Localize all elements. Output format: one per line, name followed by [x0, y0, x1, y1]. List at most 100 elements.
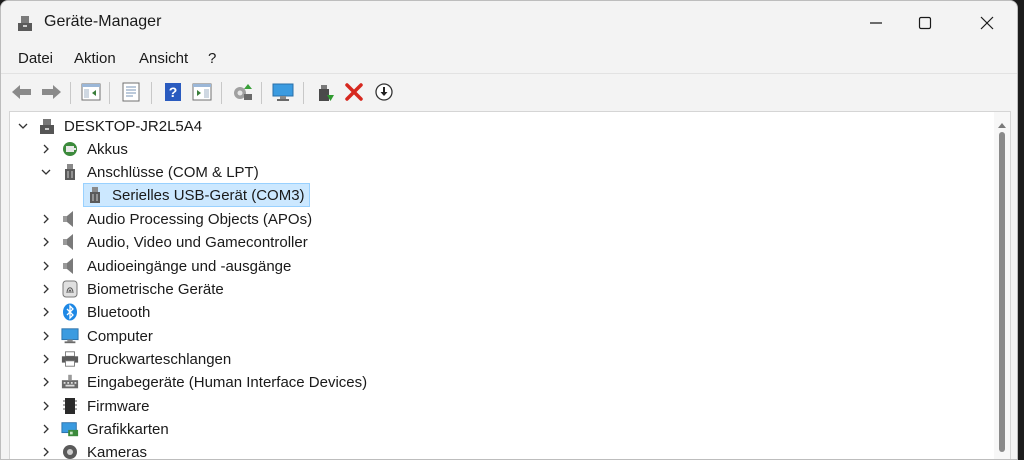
tree-item-label: Audioeingänge und -ausgänge: [87, 258, 291, 275]
chevron-right-icon[interactable]: [39, 329, 53, 343]
tree-item[interactable]: Bluetooth: [39, 301, 150, 323]
action-pane-icon: [192, 83, 212, 101]
chevron-right-icon[interactable]: [39, 352, 53, 366]
minimize-button[interactable]: [853, 1, 899, 45]
close-button[interactable]: [964, 1, 1010, 45]
toolbar-separator: [70, 82, 71, 104]
tree-child-item-selected[interactable]: Serielles USB-Gerät (COM3): [84, 184, 309, 206]
chevron-right-icon[interactable]: [39, 422, 53, 436]
tree-root-label: DESKTOP-JR2L5A4: [64, 118, 202, 135]
device-manager-window: Geräte-Manager Datei Aktion Ansicht ?: [0, 0, 1018, 460]
tree-item-label: Eingabegeräte (Human Interface Devices): [87, 374, 367, 391]
toolbar-separator: [151, 82, 152, 104]
computer-tower-icon: [38, 117, 56, 135]
back-button[interactable]: [10, 80, 34, 104]
printer-icon: [61, 350, 79, 368]
chevron-right-icon[interactable]: [39, 375, 53, 389]
help-icon: ?: [164, 82, 182, 102]
firmware-chip-icon: [61, 397, 79, 415]
action-pane-button[interactable]: [190, 80, 214, 104]
tree-item-label: Akkus: [87, 141, 128, 158]
chevron-down-icon[interactable]: [16, 119, 30, 133]
tree-item[interactable]: Biometrische Geräte: [39, 278, 224, 300]
tree-item-label: Biometrische Geräte: [87, 281, 224, 298]
menu-help[interactable]: ?: [208, 50, 216, 67]
tree-item-label: Audio Processing Objects (APOs): [87, 211, 312, 228]
battery-icon: [61, 140, 79, 158]
uninstall-device-icon: [345, 83, 363, 101]
tree-item-label: Bluetooth: [87, 304, 150, 321]
serial-port-icon: [86, 186, 104, 204]
device-tree-panel[interactable]: DESKTOP-JR2L5A4 Akkus Anschlüsse (COM & …: [9, 111, 1011, 460]
tree-item[interactable]: Computer: [39, 325, 153, 347]
tree-item[interactable]: Audio Processing Objects (APOs): [39, 208, 312, 230]
enable-device-icon: [315, 81, 335, 103]
tree-item-label: Druckwarteschlangen: [87, 351, 231, 368]
monitor-icon: [61, 327, 79, 345]
tree-item-label: Anschlüsse (COM & LPT): [87, 164, 259, 181]
forward-button[interactable]: [39, 80, 63, 104]
chevron-down-icon[interactable]: [39, 165, 53, 179]
uninstall-device-button[interactable]: [342, 80, 366, 104]
tree-item-label: Audio, Video und Gamecontroller: [87, 234, 308, 251]
tree-root[interactable]: DESKTOP-JR2L5A4: [16, 115, 202, 137]
tree-item[interactable]: Kameras: [39, 441, 147, 460]
properties-icon: [121, 82, 141, 102]
scrollbar-thumb[interactable]: [999, 132, 1005, 452]
bluetooth-icon: [61, 303, 79, 321]
menu-aktion[interactable]: Aktion: [74, 50, 116, 67]
minimize-icon: [869, 16, 883, 30]
tree-item-label: Grafikkarten: [87, 421, 169, 438]
title-bar[interactable]: Geräte-Manager: [1, 1, 1017, 45]
toolbar-separator: [261, 82, 262, 104]
tree-item[interactable]: Audio, Video und Gamecontroller: [39, 231, 308, 253]
tree-item-label: Firmware: [87, 398, 150, 415]
chevron-right-icon[interactable]: [39, 212, 53, 226]
tree-item[interactable]: Akkus: [39, 138, 128, 160]
chevron-right-icon[interactable]: [39, 142, 53, 156]
maximize-icon: [918, 16, 932, 30]
speaker-icon: [61, 257, 79, 275]
menu-datei[interactable]: Datei: [18, 50, 53, 67]
toolbar: ?: [1, 73, 1017, 110]
menu-ansicht[interactable]: Ansicht: [139, 50, 188, 67]
chevron-right-icon[interactable]: [39, 305, 53, 319]
update-driver-button[interactable]: [230, 80, 254, 104]
chevron-right-icon[interactable]: [39, 235, 53, 249]
tree-item[interactable]: Druckwarteschlangen: [39, 348, 231, 370]
help-button[interactable]: ?: [161, 80, 185, 104]
tree-item-label: Kameras: [87, 444, 147, 460]
chevron-right-icon[interactable]: [39, 259, 53, 273]
disable-device-button[interactable]: [372, 80, 396, 104]
console-tree-button[interactable]: [79, 80, 103, 104]
chevron-right-icon[interactable]: [39, 282, 53, 296]
tree-item[interactable]: Eingabegeräte (Human Interface Devices): [39, 371, 367, 393]
port-icon: [61, 163, 79, 181]
chevron-right-icon[interactable]: [39, 399, 53, 413]
toolbar-separator: [303, 82, 304, 104]
forward-arrow-icon: [40, 83, 62, 101]
update-driver-icon: [231, 82, 253, 102]
svg-text:?: ?: [169, 84, 178, 100]
tree-item-label: Serielles USB-Gerät (COM3): [112, 187, 305, 204]
properties-button[interactable]: [119, 80, 143, 104]
back-arrow-icon: [11, 83, 33, 101]
chevron-right-icon[interactable]: [39, 445, 53, 459]
display-adapter-icon: [61, 420, 79, 438]
scan-hardware-icon: [271, 82, 295, 102]
vertical-scrollbar[interactable]: [994, 112, 1010, 460]
tree-item[interactable]: Audioeingänge und -ausgänge: [39, 255, 291, 277]
toolbar-separator: [109, 82, 110, 104]
fingerprint-icon: [61, 280, 79, 298]
tree-item[interactable]: Grafikkarten: [39, 418, 169, 440]
enable-device-button[interactable]: [313, 80, 337, 104]
menu-bar: Datei Aktion Ansicht ?: [1, 45, 1017, 73]
disable-device-icon: [374, 82, 394, 102]
camera-icon: [61, 443, 79, 460]
show-hide-console-tree-icon: [81, 83, 101, 101]
window-title: Geräte-Manager: [44, 13, 161, 31]
maximize-button[interactable]: [902, 1, 948, 45]
tree-item[interactable]: Anschlüsse (COM & LPT): [39, 161, 259, 183]
tree-item[interactable]: Firmware: [39, 395, 150, 417]
scan-hardware-button[interactable]: [271, 80, 295, 104]
